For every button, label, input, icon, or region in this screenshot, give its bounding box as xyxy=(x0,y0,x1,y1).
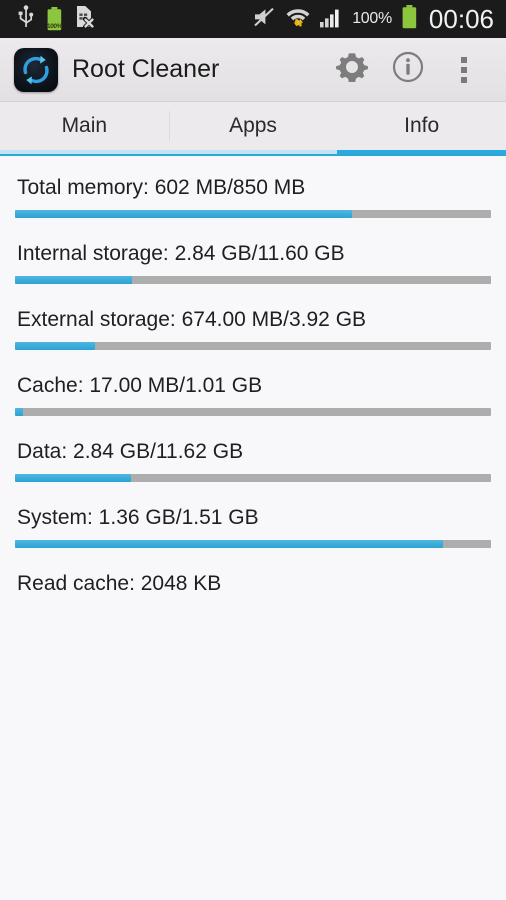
info-row-label: System: 1.36 GB/1.51 GB xyxy=(17,506,259,529)
info-row-progress-fill xyxy=(15,342,95,350)
info-row-label: Internal storage: 2.84 GB/11.60 GB xyxy=(17,242,345,265)
info-row-progress-fill xyxy=(15,210,352,218)
info-row-label: Total memory: 602 MB/850 MB xyxy=(17,176,306,199)
info-row-progress-bar xyxy=(15,276,491,284)
info-row-progress-bar xyxy=(15,210,491,218)
tab-main-label: Main xyxy=(61,114,108,137)
tab-indicator-strip xyxy=(0,150,506,156)
info-row: Cache: 17.00 MB/1.01 GB xyxy=(15,368,491,416)
info-row-progress-fill xyxy=(15,540,444,548)
info-circle-icon xyxy=(391,50,425,89)
no-sim-card-icon xyxy=(75,5,96,33)
tab-indicator-info xyxy=(337,150,506,156)
info-row-label: Read cache: 2048 KB xyxy=(17,572,222,595)
battery-100-icon: 100% xyxy=(46,7,63,31)
tab-info-label: Info xyxy=(404,114,440,137)
tab-indicator-apps xyxy=(169,150,338,156)
battery-icon xyxy=(401,4,418,34)
info-tab-content: Total memory: 602 MB/850 MB Internal stor… xyxy=(0,156,506,900)
info-row-label: External storage: 674.00 MB/3.92 GB xyxy=(17,308,367,331)
status-clock: 00:06 xyxy=(428,4,494,34)
root-cleaner-app-icon xyxy=(14,47,58,92)
info-row-progress-fill xyxy=(15,408,24,416)
status-bar: 100% 100% 00:06 xyxy=(0,0,506,38)
wifi-icon xyxy=(286,6,310,33)
page-title: Root Cleaner xyxy=(72,55,220,83)
info-row: Total memory: 602 MB/850 MB xyxy=(15,170,491,218)
app-bar: Root Cleaner xyxy=(0,38,506,102)
tab-apps-label: Apps xyxy=(229,114,277,137)
info-row: System: 1.36 GB/1.51 GB xyxy=(15,500,491,548)
overflow-menu-button[interactable] xyxy=(436,42,492,98)
status-bar-right-icons: 100% 00:06 xyxy=(253,4,498,34)
tab-info[interactable]: Info xyxy=(337,102,506,150)
tab-indicator-main xyxy=(0,150,169,156)
info-row: Read cache: 2048 KB xyxy=(15,566,491,598)
settings-button[interactable] xyxy=(324,42,380,98)
usb-icon xyxy=(18,4,34,34)
info-row-progress-fill xyxy=(15,474,132,482)
info-row-progress-bar xyxy=(15,540,491,548)
three-dots-icon xyxy=(461,56,467,83)
mute-icon xyxy=(253,6,277,33)
info-row: Data: 2.84 GB/11.62 GB xyxy=(15,434,491,482)
signal-bars-icon xyxy=(319,6,343,33)
info-row-label: Data: 2.84 GB/11.62 GB xyxy=(17,440,244,463)
info-row-progress-bar xyxy=(15,342,491,350)
info-row-progress-bar xyxy=(15,408,491,416)
status-bar-left-icons: 100% xyxy=(8,4,96,34)
info-row-list: Total memory: 602 MB/850 MB Internal stor… xyxy=(15,170,491,598)
status-battery-percent: 100% xyxy=(352,10,392,27)
tab-main[interactable]: Main xyxy=(0,102,169,150)
info-row-label: Cache: 17.00 MB/1.01 GB xyxy=(17,374,263,397)
info-row: Internal storage: 2.84 GB/11.60 GB xyxy=(15,236,491,284)
info-row-progress-bar xyxy=(15,474,491,482)
gear-icon xyxy=(335,50,369,89)
battery-percent-label: 100% xyxy=(46,23,63,30)
info-row-progress-fill xyxy=(15,276,132,284)
tab-apps[interactable]: Apps xyxy=(168,102,338,150)
app-bar-actions xyxy=(324,42,492,98)
info-button[interactable] xyxy=(380,42,436,98)
info-row: External storage: 674.00 MB/3.92 GB xyxy=(15,302,491,350)
tab-bar: Main Apps Info xyxy=(0,102,506,150)
